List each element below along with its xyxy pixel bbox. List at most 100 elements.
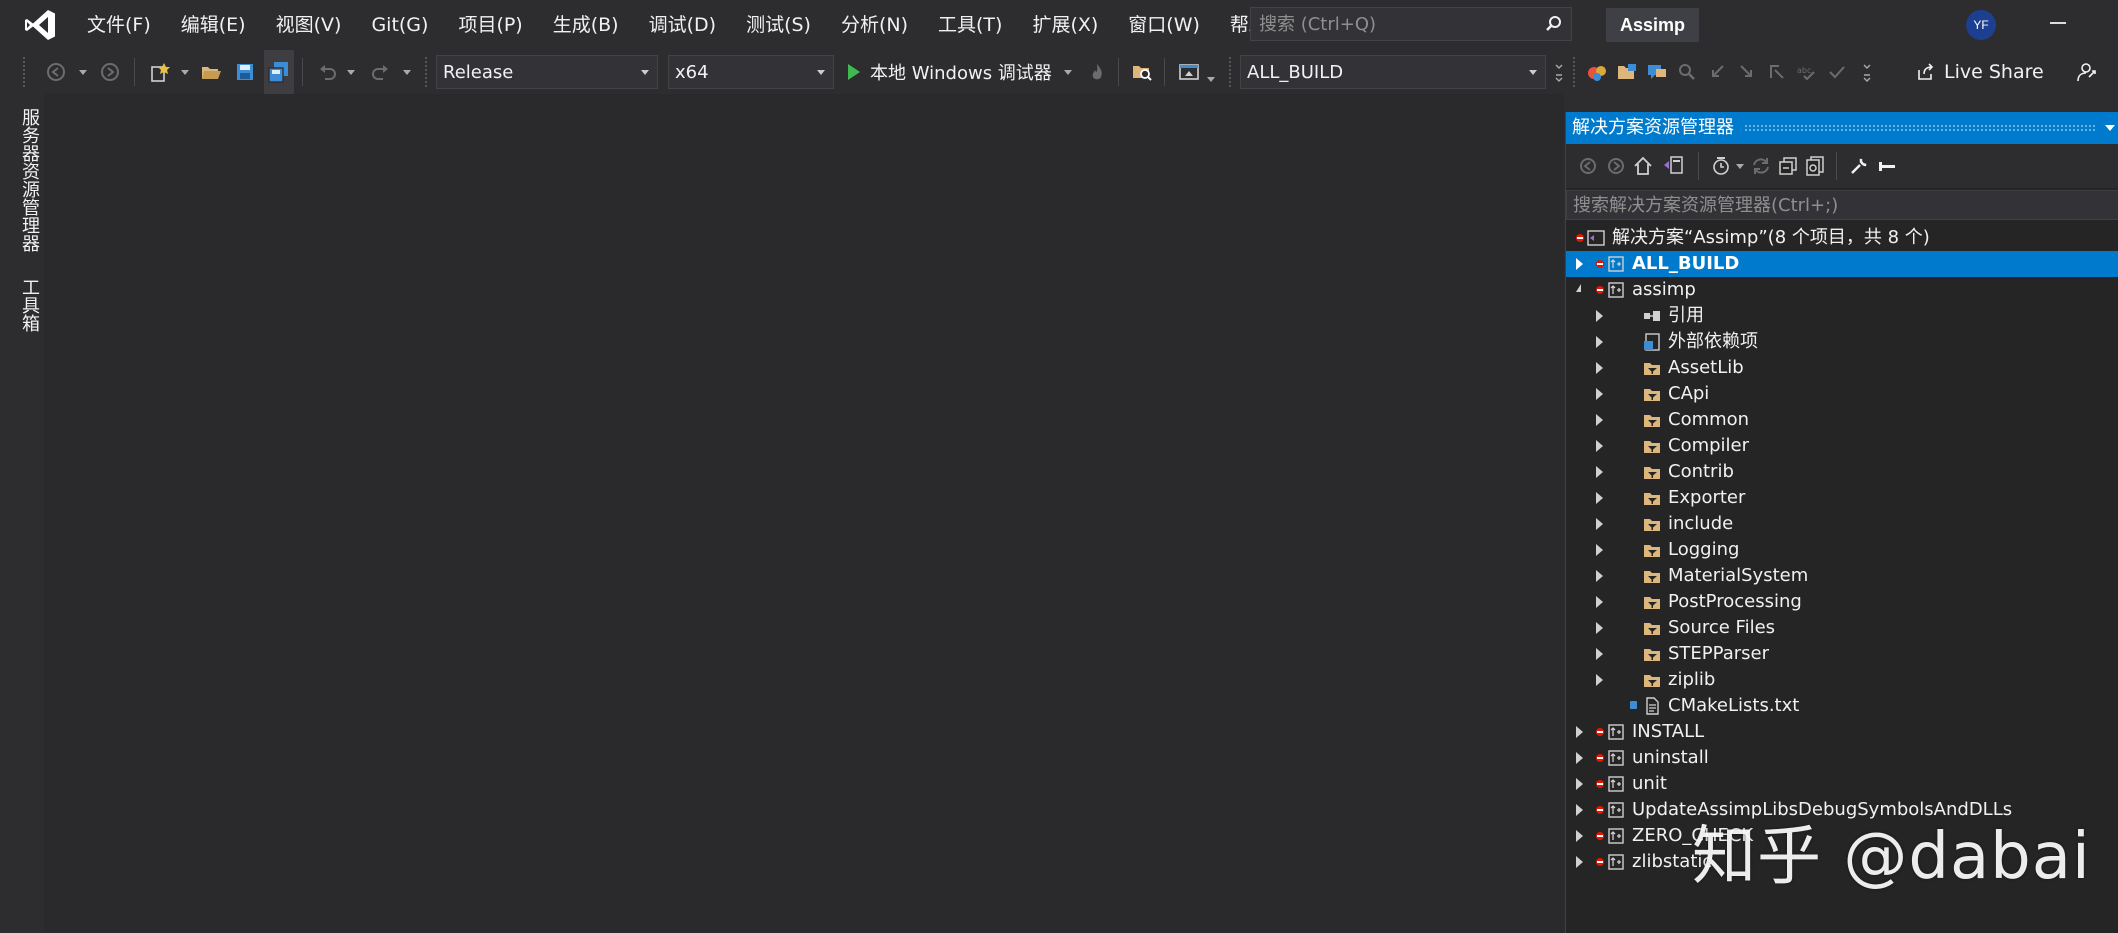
step-back-icon[interactable]: [1704, 50, 1730, 94]
open-folder-icon[interactable]: [198, 50, 224, 94]
expand-arrow-icon[interactable]: [1596, 674, 1603, 686]
expand-arrow-icon[interactable]: [1596, 544, 1603, 556]
filter-dropdown-icon[interactable]: [1736, 144, 1744, 188]
tree-node[interactable]: Contrib: [1566, 459, 2118, 485]
expand-arrow-icon[interactable]: [1576, 830, 1583, 842]
solution-configuration-select[interactable]: Release: [436, 55, 658, 89]
menu-item[interactable]: 调试(D): [634, 0, 731, 50]
spell-check-icon[interactable]: abc: [1794, 50, 1820, 94]
start-debugging-button[interactable]: 本地 Windows 调试器: [848, 50, 1072, 94]
tab-toolbox[interactable]: 工具箱: [14, 264, 44, 344]
minimize-window-icon[interactable]: [2050, 22, 2066, 24]
expand-arrow-icon[interactable]: [1596, 388, 1603, 400]
expand-arrow-icon[interactable]: [1596, 310, 1603, 322]
menu-item[interactable]: 窗口(W): [1113, 0, 1215, 50]
project-node[interactable]: unit: [1566, 771, 2118, 797]
chevron-down-icon[interactable]: [817, 70, 825, 75]
expand-arrow-icon[interactable]: [1596, 466, 1603, 478]
browser-link-icon[interactable]: [1176, 50, 1202, 94]
menu-item[interactable]: 生成(B): [538, 0, 634, 50]
back-dropdown-icon[interactable]: [76, 50, 90, 94]
expand-arrow-icon[interactable]: [1596, 570, 1603, 582]
global-search-input[interactable]: [1251, 13, 1537, 35]
pending-changes-filter-icon[interactable]: [1710, 144, 1732, 188]
properties-wrench-icon[interactable]: [1848, 144, 1870, 188]
tree-node[interactable]: PostProcessing: [1566, 589, 2118, 615]
expand-arrow-icon[interactable]: [1576, 856, 1583, 868]
global-search[interactable]: [1250, 7, 1572, 41]
tree-node[interactable]: CApi: [1566, 381, 2118, 407]
menu-item[interactable]: 文件(F): [72, 0, 166, 50]
toolbar-grip[interactable]: [424, 56, 428, 88]
startup-project-select[interactable]: ALL_BUILD: [1240, 55, 1546, 89]
tree-node[interactable]: Common: [1566, 407, 2118, 433]
step-forward-icon[interactable]: [1734, 50, 1760, 94]
redo-dropdown-icon[interactable]: [400, 50, 414, 94]
expand-arrow-icon[interactable]: [1576, 726, 1583, 738]
comment-icon[interactable]: [1644, 50, 1670, 94]
expand-arrow-icon[interactable]: [1576, 804, 1583, 816]
solution-platform-select[interactable]: x64: [668, 55, 834, 89]
tree-node[interactable]: Logging: [1566, 537, 2118, 563]
toolbar-grip[interactable]: [1228, 56, 1232, 88]
project-node[interactable]: ALL_BUILD: [1566, 251, 2118, 277]
sync-icon[interactable]: [1750, 144, 1772, 188]
save-all-icon[interactable]: [264, 50, 294, 94]
expand-arrow-icon[interactable]: [1596, 414, 1603, 426]
collapse-all-icon[interactable]: [1778, 144, 1798, 188]
collapse-arrow-icon[interactable]: [1576, 284, 1581, 292]
new-project-icon[interactable]: [146, 50, 172, 94]
switch-views-icon[interactable]: [1662, 144, 1684, 188]
account-avatar[interactable]: YF: [1966, 10, 1996, 40]
expand-arrow-icon[interactable]: [1596, 622, 1603, 634]
redo-icon[interactable]: [368, 50, 394, 94]
editor-area[interactable]: [44, 94, 1564, 933]
se-back-icon[interactable]: [1578, 144, 1598, 188]
tree-node[interactable]: include: [1566, 511, 2118, 537]
expand-arrow-icon[interactable]: [1576, 752, 1583, 764]
run-dropdown-icon[interactable]: [1063, 69, 1072, 75]
diagnostic-tools-icon[interactable]: [1584, 50, 1610, 94]
window-position-dropdown-icon[interactable]: [2105, 125, 2115, 131]
menu-item[interactable]: Git(G): [356, 0, 443, 50]
navigate-forward-icon[interactable]: [98, 50, 122, 94]
hot-reload-icon[interactable]: [1086, 50, 1108, 94]
tree-node[interactable]: AssetLib: [1566, 355, 2118, 381]
find-in-files-icon[interactable]: [1128, 50, 1156, 94]
expand-arrow-icon[interactable]: [1596, 492, 1603, 504]
expand-arrow-icon[interactable]: [1596, 336, 1603, 348]
tree-node[interactable]: Source Files: [1566, 615, 2118, 641]
menu-item[interactable]: 编辑(E): [166, 0, 261, 50]
tree-node[interactable]: Exporter: [1566, 485, 2118, 511]
solution-root[interactable]: 解决方案“Assimp”(8 个项目，共 8 个): [1566, 225, 2118, 251]
new-item-dropdown-icon[interactable]: [178, 50, 192, 94]
tab-server-explorer[interactable]: 服务器资源管理器: [14, 94, 44, 264]
bookmark-icon[interactable]: [1764, 50, 1790, 94]
menu-item[interactable]: 项目(P): [443, 0, 537, 50]
tree-node[interactable]: MaterialSystem: [1566, 563, 2118, 589]
show-all-files-icon[interactable]: [1804, 144, 1826, 188]
solution-explorer-search-input[interactable]: [1567, 191, 2118, 219]
expand-arrow-icon[interactable]: [1596, 596, 1603, 608]
project-node[interactable]: assimp: [1566, 277, 2118, 303]
toolbar-grip[interactable]: [22, 56, 26, 88]
tree-node[interactable]: 引用: [1566, 303, 2118, 329]
browser-link-dropdown-icon[interactable]: [1204, 50, 1218, 94]
feedback-person-icon[interactable]: [2072, 50, 2100, 94]
menu-item[interactable]: 工具(T): [923, 0, 1017, 50]
toolbar-grip[interactable]: [1572, 56, 1576, 88]
solution-explorer-search[interactable]: [1566, 190, 2118, 220]
expand-arrow-icon[interactable]: [1596, 648, 1603, 660]
undo-dropdown-icon[interactable]: [344, 50, 358, 94]
expand-arrow-icon[interactable]: [1576, 778, 1583, 790]
toolbar-overflow-icon[interactable]: [1552, 50, 1566, 94]
preview-selected-icon[interactable]: [1876, 144, 1898, 188]
search-icon[interactable]: [1537, 8, 1571, 40]
menu-item[interactable]: 视图(V): [261, 0, 357, 50]
expand-arrow-icon[interactable]: [1596, 362, 1603, 374]
find-icon[interactable]: [1674, 50, 1700, 94]
tree-node[interactable]: Compiler: [1566, 433, 2118, 459]
expand-arrow-icon[interactable]: [1596, 440, 1603, 452]
menu-item[interactable]: 分析(N): [826, 0, 923, 50]
expand-arrow-icon[interactable]: [1576, 258, 1583, 270]
